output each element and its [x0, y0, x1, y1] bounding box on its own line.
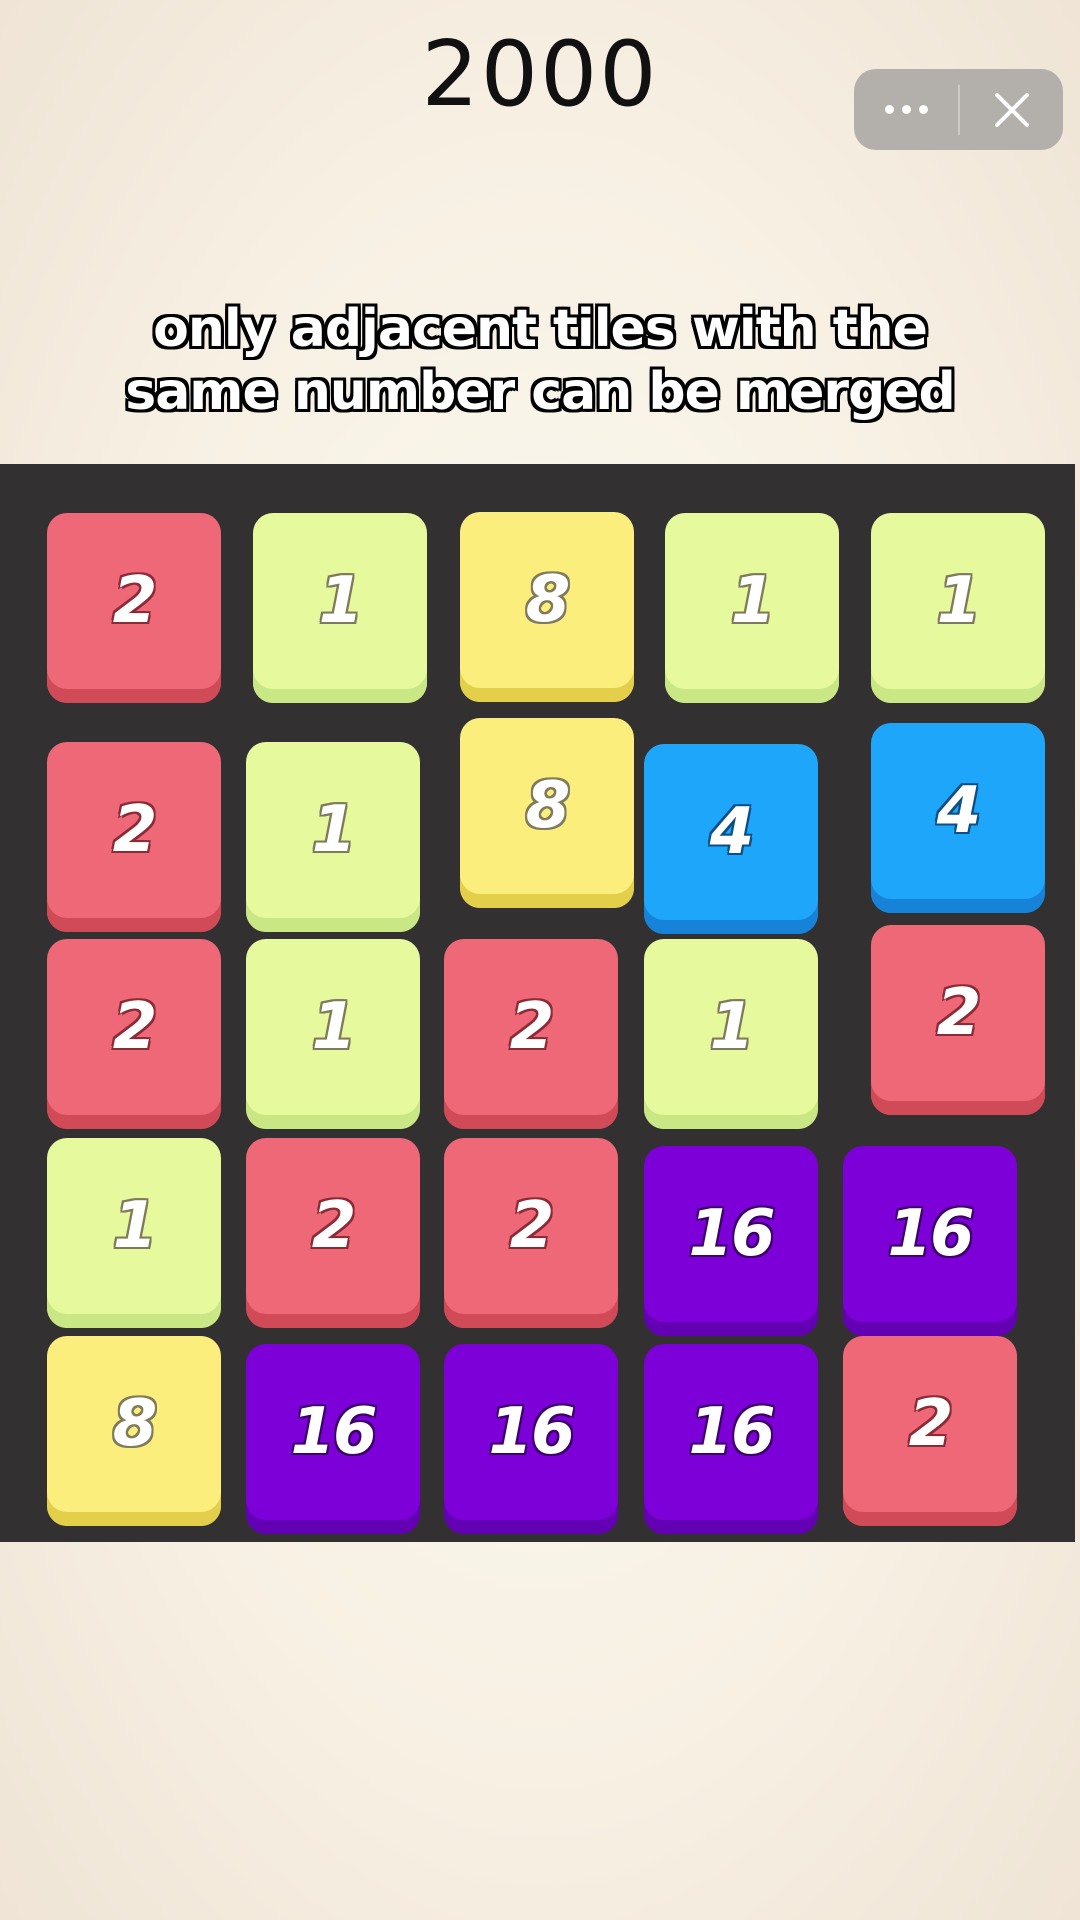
game-board: 2 1 8 1 1 2 1 8 4 4 2 1 2 1 2 1 2 2 16 1…	[0, 464, 1075, 1542]
tile-16[interactable]: 16	[843, 1146, 1017, 1336]
close-button[interactable]	[960, 69, 1063, 150]
tile-1[interactable]: 1	[47, 1138, 221, 1328]
caption-line-1: only adjacent tiles with the	[153, 299, 928, 359]
tile-2[interactable]: 2	[47, 939, 221, 1129]
tile-8[interactable]: 8	[460, 718, 634, 908]
tile-8[interactable]: 8	[460, 512, 634, 702]
tile-1[interactable]: 1	[665, 513, 839, 703]
tile-4[interactable]: 4	[644, 744, 818, 934]
more-button[interactable]	[854, 69, 958, 150]
tile-2[interactable]: 2	[47, 742, 221, 932]
tile-8[interactable]: 8	[47, 1336, 221, 1526]
tile-16[interactable]: 16	[644, 1146, 818, 1336]
caption-line-2: same number can be merged	[125, 362, 956, 422]
tile-2[interactable]: 2	[246, 1138, 420, 1328]
mini-program-capsule	[854, 69, 1063, 150]
tile-16[interactable]: 16	[246, 1344, 420, 1534]
tile-2[interactable]: 2	[871, 925, 1045, 1115]
tile-2[interactable]: 2	[843, 1336, 1017, 1526]
tile-16[interactable]: 16	[644, 1344, 818, 1534]
tile-1[interactable]: 1	[644, 939, 818, 1129]
tile-2[interactable]: 2	[444, 1138, 618, 1328]
tile-1[interactable]: 1	[246, 742, 420, 932]
ellipsis-icon	[884, 105, 928, 114]
close-icon	[994, 92, 1029, 127]
tile-2[interactable]: 2	[47, 513, 221, 703]
tile-2[interactable]: 2	[444, 939, 618, 1129]
tutorial-caption: only adjacent tiles with the same number…	[0, 298, 1080, 424]
tile-1[interactable]: 1	[253, 513, 427, 703]
tile-16[interactable]: 16	[444, 1344, 618, 1534]
tile-1[interactable]: 1	[871, 513, 1045, 703]
tile-1[interactable]: 1	[246, 939, 420, 1129]
tile-4[interactable]: 4	[871, 723, 1045, 913]
